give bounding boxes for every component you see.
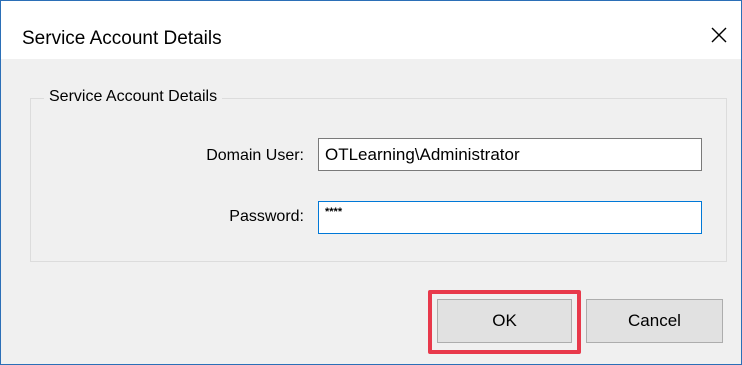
- service-account-groupbox: [30, 98, 727, 262]
- close-button[interactable]: [697, 15, 741, 55]
- service-account-dialog: Service Account Details Service Account …: [0, 0, 742, 365]
- domain-user-field[interactable]: [318, 138, 702, 171]
- ok-button-highlight: [428, 290, 581, 354]
- cancel-button[interactable]: Cancel: [586, 299, 723, 343]
- domain-user-label: Domain User:: [206, 147, 304, 164]
- groupbox-legend: Service Account Details: [44, 87, 223, 107]
- title-bar: Service Account Details: [1, 1, 741, 59]
- password-field[interactable]: [318, 201, 702, 234]
- dialog-title: Service Account Details: [22, 28, 222, 49]
- close-icon: [711, 27, 727, 43]
- password-label: Password:: [229, 208, 304, 225]
